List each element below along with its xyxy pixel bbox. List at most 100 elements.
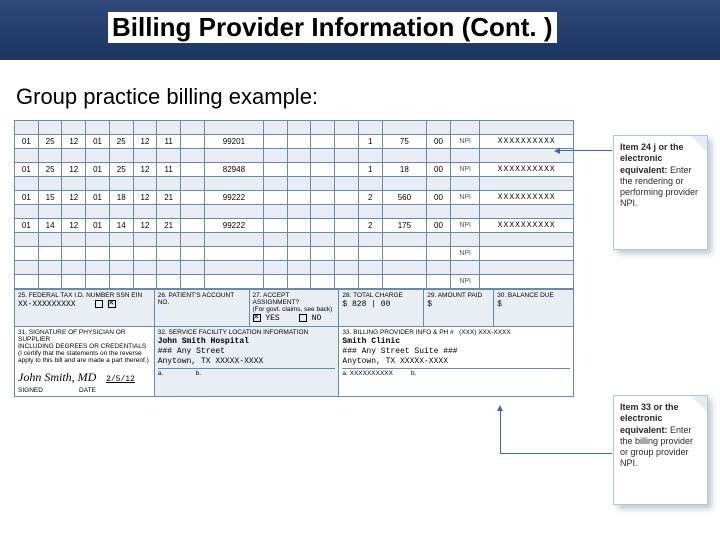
service-line: NPI (15, 247, 574, 261)
cell (287, 163, 311, 177)
cell (133, 247, 157, 261)
box27-yes-checkbox (253, 314, 261, 322)
npi-label-cell: NPI (450, 191, 480, 205)
claim-form: 012512012512119920117500NPIXXXXXXXXXX012… (14, 120, 604, 397)
service-line-shade (15, 149, 574, 163)
cell (287, 219, 311, 233)
cell: 560 (382, 191, 426, 205)
cell (358, 275, 382, 289)
subtitle: Group practice billing example: (16, 84, 720, 110)
cell: 2 (358, 219, 382, 233)
cell (38, 275, 62, 289)
box32-line2: ### Any Street (158, 347, 336, 356)
box28-value: $ 828 | 00 (342, 300, 420, 309)
cell: 12 (62, 135, 86, 149)
cell (264, 219, 288, 233)
cell (15, 247, 39, 261)
page-title: Billing Provider Information (Cont. ) (108, 12, 557, 43)
service-line-shade (15, 205, 574, 219)
cell: 11 (157, 135, 181, 149)
cell: 01 (15, 135, 39, 149)
cell: 1 (358, 163, 382, 177)
service-line: 0115120118122199222256000NPIXXXXXXXXXX (15, 191, 574, 205)
box25-label: 25. FEDERAL TAX I.D. NUMBER SSN EIN (18, 292, 151, 299)
cell (181, 275, 205, 289)
cell: 00 (427, 219, 451, 233)
cell: 01 (86, 163, 110, 177)
cell (62, 275, 86, 289)
cell: 11 (157, 163, 181, 177)
claim-bottom-grid: 25. FEDERAL TAX I.D. NUMBER SSN EIN XX-X… (14, 289, 574, 397)
cell: 12 (62, 191, 86, 205)
service-line: 012512012512118294811800NPIXXXXXXXXXX (15, 163, 574, 177)
cell: 01 (86, 135, 110, 149)
cell (204, 247, 263, 261)
cell (204, 275, 263, 289)
cell (264, 275, 288, 289)
npi-value-cell: XXXXXXXXXX (480, 219, 574, 233)
cell: 12 (133, 219, 157, 233)
cell (157, 275, 181, 289)
box25-ssn-checkbox (95, 300, 103, 308)
service-line-shade (15, 121, 574, 135)
cell (427, 247, 451, 261)
cell: 01 (15, 219, 39, 233)
npi-value-cell: XXXXXXXXXX (480, 191, 574, 205)
cell (287, 247, 311, 261)
box30-value: $ (497, 300, 570, 309)
cell (264, 247, 288, 261)
cell (335, 275, 359, 289)
service-line: NPI (15, 275, 574, 289)
page-title-text: Billing Provider Information (Cont. ) (112, 12, 553, 42)
note-fold-icon (691, 396, 707, 412)
box32-line3: Anytown, TX XXXXX-XXXX (158, 357, 336, 366)
cell (38, 247, 62, 261)
box32b: b. (196, 370, 201, 377)
cell: 15 (38, 191, 62, 205)
cell (181, 135, 205, 149)
cell: 21 (157, 219, 181, 233)
cell: 2 (358, 191, 382, 205)
box33a: a. XXXXXXXXXX (342, 370, 393, 377)
cell (181, 163, 205, 177)
cell (181, 191, 205, 205)
cell (264, 191, 288, 205)
box25-value: XX-XXXXXXXXX (18, 300, 76, 309)
box33-line1: Smith Clinic (342, 337, 570, 346)
box33-line2: ### Any Street Suite ### (342, 347, 570, 356)
cell (86, 247, 110, 261)
cell: 12 (62, 163, 86, 177)
arrow-to-33 (500, 453, 612, 454)
cell: 99222 (204, 191, 263, 205)
cell (311, 247, 335, 261)
cell: 175 (382, 219, 426, 233)
cell (109, 247, 133, 261)
arrow-to-33 (500, 408, 501, 453)
arrow-to-24j (560, 150, 612, 151)
cell: 75 (382, 135, 426, 149)
cell (335, 135, 359, 149)
box31-signed-label: SIGNED (18, 387, 43, 394)
cell (15, 275, 39, 289)
cell (335, 191, 359, 205)
cell (264, 163, 288, 177)
cell: 12 (133, 163, 157, 177)
box32a: a. (158, 370, 163, 377)
cell (133, 275, 157, 289)
cell: 99222 (204, 219, 263, 233)
npi-label-cell: NPI (450, 275, 480, 289)
service-line-shade (15, 261, 574, 275)
cell (335, 163, 359, 177)
cell: 25 (38, 135, 62, 149)
cell (335, 219, 359, 233)
cell (382, 247, 426, 261)
cell (287, 191, 311, 205)
arrow-to-33-head (497, 405, 503, 411)
box29-value: $ (427, 300, 490, 309)
service-line: 0114120114122199222217500NPIXXXXXXXXXX (15, 219, 574, 233)
cell (181, 219, 205, 233)
cell: 00 (427, 163, 451, 177)
cell: 01 (15, 191, 39, 205)
callout-note-33: Item 33 or the electronic equivalent: En… (613, 395, 708, 505)
cell (287, 135, 311, 149)
